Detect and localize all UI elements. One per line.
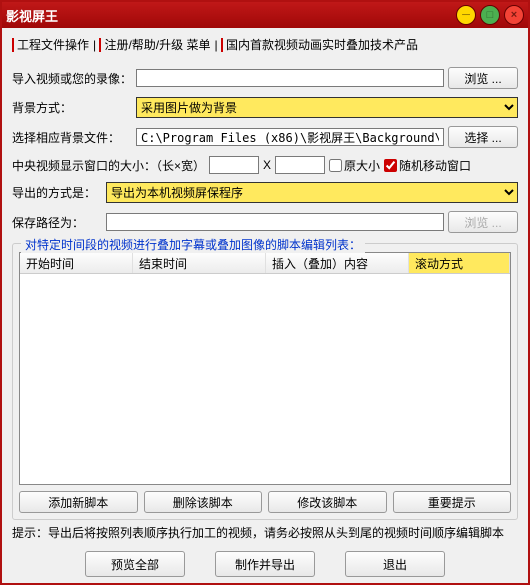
- table-header: 开始时间 结束时间 插入（叠加）内容 滚动方式: [20, 253, 510, 274]
- col-content[interactable]: 插入（叠加）内容: [266, 253, 409, 273]
- winsize-label: 中央视频显示窗口的大小：（长×宽）: [12, 157, 205, 174]
- menu-product-info: 国内首款视频动画实时叠加技术产品: [221, 38, 422, 52]
- titlebar: 影视屏王 ─ □ ×: [2, 2, 528, 28]
- script-groupbox: 对特定时间段的视频进行叠加字幕或叠加图像的脚本编辑列表： 开始时间 结束时间 插…: [12, 243, 518, 520]
- maximize-button[interactable]: □: [480, 5, 500, 25]
- col-starttime[interactable]: 开始时间: [20, 253, 133, 273]
- bgmode-label: 背景方式：: [12, 99, 132, 116]
- delete-script-button[interactable]: 删除该脚本: [144, 491, 263, 513]
- export-hint: 提示：导出后将按照列表顺序执行加工的视频，请务必按照从头到尾的视频时间顺序编辑脚…: [12, 524, 518, 541]
- import-label: 导入视频或您的录像：: [12, 70, 132, 87]
- browse-import-button[interactable]: 浏览 ...: [448, 67, 518, 89]
- minimize-button[interactable]: ─: [456, 5, 476, 25]
- import-input[interactable]: [136, 69, 444, 87]
- app-window: 影视屏王 ─ □ × 工程文件操作| 注册/帮助/升级 菜单| 国内首款视频动画…: [0, 0, 530, 585]
- x-label: X: [263, 158, 271, 172]
- add-script-button[interactable]: 添加新脚本: [19, 491, 138, 513]
- close-button[interactable]: ×: [504, 5, 524, 25]
- height-input[interactable]: [275, 156, 325, 174]
- table-body[interactable]: [20, 274, 510, 484]
- menubar: 工程文件操作| 注册/帮助/升级 菜单| 国内首款视频动画实时叠加技术产品: [12, 34, 518, 59]
- edit-script-button[interactable]: 修改该脚本: [268, 491, 387, 513]
- menu-project[interactable]: 工程文件操作: [12, 38, 93, 52]
- col-scrollmode[interactable]: 滚动方式: [409, 253, 510, 273]
- select-bgfile-button[interactable]: 选择 ...: [448, 126, 518, 148]
- make-export-button[interactable]: 制作并导出: [215, 551, 315, 577]
- exportmode-label: 导出的方式是：: [12, 184, 102, 201]
- exit-button[interactable]: 退出: [345, 551, 445, 577]
- menu-register[interactable]: 注册/帮助/升级 菜单: [99, 38, 214, 52]
- browse-savepath-button: 浏览 ...: [448, 211, 518, 233]
- savepath-label: 保存路径为：: [12, 214, 102, 231]
- savepath-input[interactable]: [106, 213, 444, 231]
- important-hint-button[interactable]: 重要提示: [393, 491, 512, 513]
- script-table[interactable]: 开始时间 结束时间 插入（叠加）内容 滚动方式: [19, 252, 511, 485]
- bgfile-input[interactable]: [136, 128, 444, 146]
- randmove-checkbox[interactable]: 随机移动窗口: [384, 157, 471, 174]
- client-area: 工程文件操作| 注册/帮助/升级 菜单| 国内首款视频动画实时叠加技术产品 导入…: [2, 28, 528, 583]
- groupbox-legend: 对特定时间段的视频进行叠加字幕或叠加图像的脚本编辑列表：: [21, 236, 365, 253]
- col-endtime[interactable]: 结束时间: [133, 253, 266, 273]
- width-input[interactable]: [209, 156, 259, 174]
- origsize-checkbox[interactable]: 原大小: [329, 157, 380, 174]
- bgfile-label: 选择相应背景文件：: [12, 129, 132, 146]
- app-title: 影视屏王: [6, 6, 58, 25]
- preview-all-button[interactable]: 预览全部: [85, 551, 185, 577]
- bgmode-select[interactable]: 采用图片做为背景: [136, 97, 518, 118]
- exportmode-select[interactable]: 导出为本机视频屏保程序: [106, 182, 518, 203]
